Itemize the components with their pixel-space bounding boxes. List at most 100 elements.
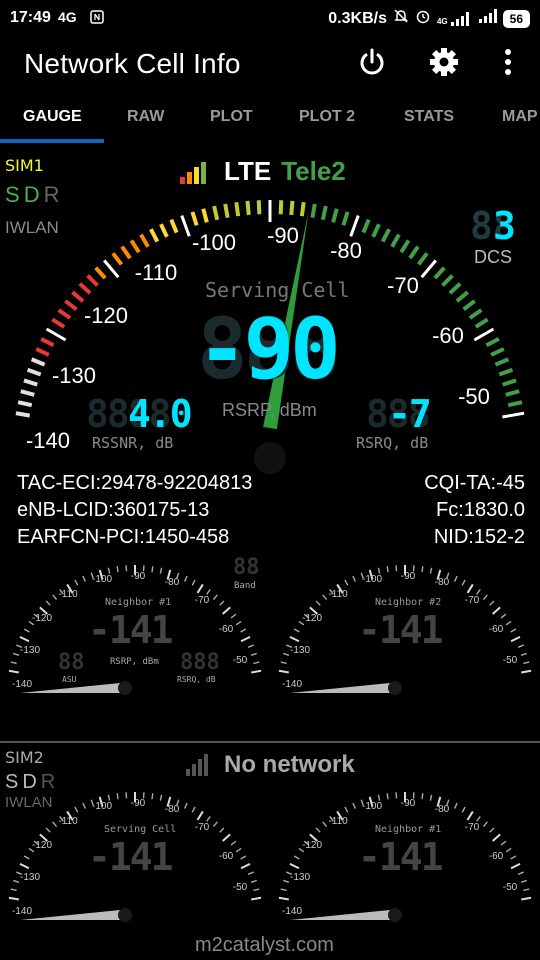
gauge-hub: [388, 681, 402, 695]
gauge-tick: [482, 821, 488, 827]
gauge-tick: [510, 628, 517, 633]
gauge-tick: [453, 802, 458, 809]
gauge-tick: [250, 879, 257, 883]
gauge-tick: [240, 862, 251, 870]
gauge-scale-label: -70: [387, 273, 419, 298]
gauge-tick: [116, 566, 119, 573]
gauge-tick: [502, 411, 525, 419]
gauge-tick: [341, 211, 350, 226]
gauge-tick: [151, 793, 154, 800]
tab-stats[interactable]: STATS: [404, 108, 454, 126]
gauge-tick: [441, 274, 454, 287]
gauge-tick: [521, 669, 532, 674]
gauge-tick: [256, 200, 262, 215]
gauge-tick: [10, 661, 17, 665]
rsrq-value: -7: [388, 392, 432, 436]
neighbor1-unit: RSRP, dBm: [110, 657, 159, 667]
gauge-tick: [57, 308, 72, 320]
gauge-tick: [510, 855, 517, 860]
status-bar: 17:49 4G 0.3KB/s 4G 56: [0, 0, 540, 34]
gauge-tick: [474, 317, 489, 329]
gauge-tick: [245, 200, 251, 216]
gauge-tick: [183, 575, 188, 582]
gauge-tick: [289, 862, 300, 870]
gauge-scale-label: -100: [362, 801, 382, 812]
sim2-neighbor-value: -141: [358, 835, 444, 879]
gauge-scale-label: -60: [219, 624, 234, 635]
status-time: 17:49: [10, 9, 51, 26]
gauge-tick: [86, 274, 99, 287]
gauge-tick: [386, 566, 389, 573]
gauge-tick: [520, 652, 527, 656]
gauge-tick: [278, 200, 284, 215]
gauge-tick: [251, 669, 262, 674]
signal-wedge: [20, 910, 120, 920]
gauge-scale-label: -50: [503, 655, 518, 666]
signal-wedge: [290, 910, 390, 920]
gauge-tick: [196, 583, 204, 594]
gauge-tick: [523, 888, 530, 892]
gauge-scale-label: -50: [503, 882, 518, 893]
tab-map[interactable]: MAP: [502, 108, 538, 126]
gauge-scale-label: -100: [362, 574, 382, 585]
sim2-neighbor-caption: Neighbor #1: [375, 824, 442, 835]
gauge-scale-label: -70: [465, 822, 480, 833]
overflow-menu-button[interactable]: [488, 42, 528, 82]
sim2-label: SIM2: [5, 748, 44, 767]
gauge-scale-label: -60: [489, 624, 504, 635]
gauge-tick: [489, 600, 495, 606]
gauge-tick: [421, 566, 424, 573]
gauge-scale-label: -140: [12, 679, 32, 690]
gauge-tick: [23, 855, 30, 860]
gauge-tick: [74, 806, 79, 813]
mute-icon: [393, 8, 409, 29]
band-label: Band: [234, 581, 256, 591]
network-speed: 0.3KB/s: [328, 9, 387, 27]
gauge-tick: [322, 821, 328, 827]
gauge-tick: [196, 810, 204, 821]
gauge-scale-label: -140: [282, 906, 302, 917]
gauge-tick: [523, 661, 530, 665]
app-bar: Network Cell Info: [0, 34, 540, 96]
gauge-scale-label: -130: [290, 645, 310, 656]
gauge-tick: [30, 357, 46, 367]
gauge-tick: [280, 888, 287, 892]
neighbor2-caption: Neighbor #2: [375, 597, 442, 608]
gauge-scale-label: -60: [432, 323, 464, 348]
gauge-tick: [107, 567, 111, 574]
gauge-tick: [420, 259, 437, 279]
settings-button[interactable]: [424, 42, 464, 82]
gauge-tick: [52, 821, 58, 827]
gauge-tick: [230, 840, 237, 846]
gauge-tick: [253, 661, 260, 665]
neighbor1-asu-label: ASU: [62, 675, 77, 684]
gauge-scale-label: -90: [131, 798, 146, 809]
gauge-tick: [82, 802, 87, 809]
gauge-tick: [190, 211, 199, 226]
tac-eci: TAC-ECI:29478-92204813: [17, 472, 253, 494]
gauge-tick: [507, 400, 523, 408]
tab-raw[interactable]: RAW: [127, 108, 164, 126]
nid: NID:152-2: [433, 526, 525, 548]
rssnr-label: RSSNR, dB: [92, 434, 174, 452]
gauge-tick: [240, 855, 247, 860]
gauge-scale-label: -90: [401, 798, 416, 809]
fc: Fc:1830.0: [436, 499, 525, 521]
tab-gauge[interactable]: GAUGE: [23, 108, 82, 126]
tab-plot[interactable]: PLOT: [210, 108, 253, 126]
gauge-tick: [283, 652, 290, 656]
power-button[interactable]: [352, 42, 392, 82]
gauge-scale-label: -60: [219, 851, 234, 862]
gauge-tick: [390, 233, 401, 248]
gauge-tick: [51, 317, 66, 329]
tab-plot-2[interactable]: PLOT 2: [299, 108, 355, 126]
gauge-scale-label: -90: [267, 223, 299, 248]
tab-bar: GAUGE RAW PLOT PLOT 2 STATS MAP: [0, 96, 540, 144]
gauge-scale-label: -70: [195, 595, 210, 606]
gauge-scale-label: -50: [233, 655, 248, 666]
gauge-tick: [19, 862, 30, 870]
gear-icon: [430, 48, 458, 76]
enb-lcid: eNB-LCID:360175-13: [17, 499, 210, 521]
gauge-tick: [82, 575, 87, 582]
sim1-tech: LTE: [224, 156, 272, 186]
